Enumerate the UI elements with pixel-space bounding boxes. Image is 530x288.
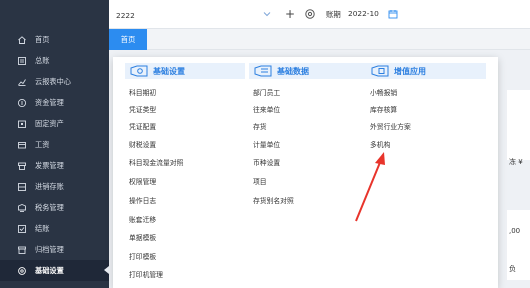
chevron-down-icon [263,12,271,17]
menu-item[interactable]: 科目期初 [129,87,156,97]
menu-item[interactable]: 部门员工 [253,87,280,97]
tax-icon [17,203,27,213]
sidebar-item[interactable]: 归档管理 [0,239,109,260]
sidebar-item-label: 税务管理 [35,202,64,212]
ledger-icon [17,56,27,66]
sidebar-item-label: 归档管理 [35,244,64,254]
asset-icon [17,119,27,129]
invoice-icon [17,161,27,171]
sidebar-item-label: 固定资产 [35,118,64,128]
background-card [507,90,530,160]
sidebar-item[interactable]: 发票管理 [0,155,109,176]
period-value[interactable]: 2022-10 [348,9,379,18]
sidebar-item-label: 发票管理 [35,160,64,170]
tab-home[interactable]: 首页 [109,29,147,50]
sidebar-item[interactable]: 云报表中心 [0,71,109,92]
sidebar-item[interactable]: 工资 [0,134,109,155]
menu-item[interactable]: 单据模板 [129,232,156,242]
tab-bar: 首页 [109,29,530,50]
menu-item[interactable]: 项目 [253,176,267,186]
sidebar-item-label: 进销存账 [35,181,64,191]
sidebar-item[interactable]: 首页 [0,29,109,50]
menu-item[interactable]: 凭证类型 [129,104,156,114]
period-label: 账期 [326,10,341,19]
inventory-icon [17,182,27,192]
data-header-icon [254,65,272,77]
column-header: 增值应用 [366,63,486,79]
archive-icon [17,245,27,255]
sidebar-item-label: 云报表中心 [35,76,71,86]
sidebar-item-label: 基础设置 [35,265,64,275]
add-icon[interactable]: + [284,7,296,21]
topbar: 2222 + 账期 2022-10 [109,0,530,29]
settings-header-icon [130,65,148,77]
menu-item[interactable]: 权限管理 [129,176,156,186]
menu-item[interactable]: 打印机管理 [129,269,163,279]
menu-item[interactable]: 账套迁移 [129,214,156,224]
sidebar-item[interactable]: 总账 [0,50,109,71]
gear-icon[interactable] [304,8,316,20]
home-icon [17,35,27,45]
calendar-icon[interactable] [388,9,398,19]
menu-item[interactable]: 外贸行业方案 [370,121,411,131]
checkout-icon [17,224,27,234]
column-title: 基础设置 [153,66,185,76]
sidebar-item-label: 结账 [35,223,50,233]
chart-icon [17,77,27,87]
app-header-icon [371,65,389,77]
sidebar-item-label: 工资 [35,139,50,149]
menu-item[interactable]: 财税设置 [129,139,156,149]
sidebar-item[interactable]: 基础设置 [0,260,109,281]
background-text: 冻 ¥ [509,158,523,166]
menu-item[interactable]: 科目现金流量对照 [129,157,183,167]
column-header: 基础数据 [249,63,369,79]
sidebar-item-label: 首页 [35,34,50,44]
background-text: ,00 [509,227,521,235]
money-icon [17,98,27,108]
menu-item[interactable]: 凭证配置 [129,121,156,131]
sidebar-item-label: 总账 [35,55,50,65]
sidebar-item[interactable]: 固定资产 [0,113,109,134]
company-select[interactable]: 2222 [113,7,303,23]
column-title: 增值应用 [394,66,426,76]
menu-item[interactable]: 币种设置 [253,157,280,167]
sidebar-item[interactable]: 税务管理 [0,197,109,218]
sidebar-item[interactable]: 进销存账 [0,176,109,197]
menu-item[interactable]: 库存核算 [370,104,397,114]
menu-item[interactable]: 操作日志 [129,195,156,205]
menu-item[interactable]: 打印模板 [129,251,156,261]
menu-item[interactable]: 小畅报销 [370,87,397,97]
company-value: 2222 [116,10,135,20]
menu-item[interactable]: 计量单位 [253,139,280,149]
sidebar-item[interactable]: 结账 [0,218,109,239]
settings-icon [17,266,27,276]
menu-item[interactable]: 往来单位 [253,104,280,114]
salary-icon [17,140,27,150]
logo-area [0,0,109,29]
sidebar-item-label: 资金管理 [35,97,64,107]
menu-item[interactable]: 存货 [253,121,267,131]
column-title: 基础数据 [277,66,309,76]
settings-menu-panel: 基础设置 科目期初凭证类型凭证配置财税设置科目现金流量对照 权限管理操作日志账套迁… [113,57,498,288]
background-text: 负 [509,265,516,273]
column-header: 基础设置 [125,63,245,79]
menu-item[interactable]: 存货别名对照 [253,195,294,205]
menu-item[interactable]: 多机构 [370,139,390,149]
sidebar-item[interactable]: 资金管理 [0,92,109,113]
